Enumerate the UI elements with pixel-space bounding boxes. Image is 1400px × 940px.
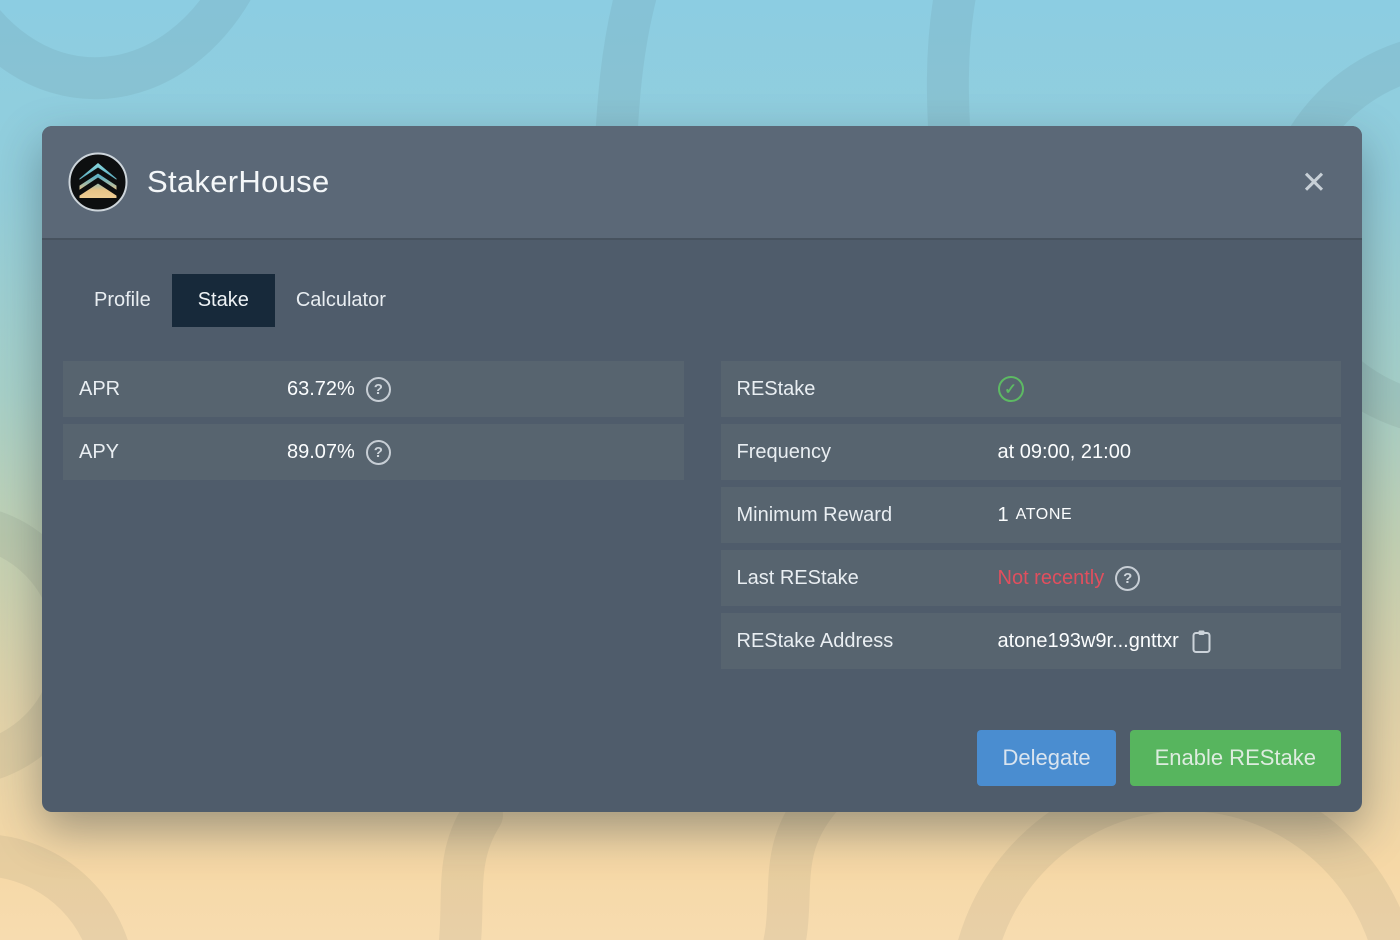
desktop-background: StakerHouse ✕ Profile Stake Calculator A…: [0, 0, 1400, 940]
table-row-minimum-reward: Minimum Reward 1 ATONE: [721, 487, 1342, 543]
apr-help-icon[interactable]: ?: [366, 377, 391, 402]
delegate-button[interactable]: Delegate: [977, 730, 1115, 786]
table-row-apr: APR 63.72% ?: [63, 361, 684, 417]
last-restake-value: Not recently: [998, 567, 1105, 590]
table-row-restake: REStake ✓: [721, 361, 1342, 417]
stakerhouse-logo-icon: [68, 152, 128, 212]
check-circle-icon: ✓: [998, 376, 1024, 402]
apy-label: APY: [79, 441, 287, 464]
minimum-reward-unit: ATONE: [1016, 506, 1073, 524]
close-icon[interactable]: ✕: [1292, 160, 1336, 204]
table-row-apy: APY 89.07% ?: [63, 424, 684, 480]
apr-value: 63.72%: [287, 378, 355, 401]
restake-table: REStake ✓ Frequency at 09:00, 21:00 Mini…: [721, 361, 1342, 669]
apy-value: 89.07%: [287, 441, 355, 464]
tab-stake[interactable]: Stake: [172, 274, 275, 327]
action-button-row: Delegate Enable REStake: [63, 730, 1341, 786]
minimum-reward-value: 1: [998, 504, 1009, 527]
stakerhouse-modal: StakerHouse ✕ Profile Stake Calculator A…: [42, 126, 1362, 812]
last-restake-label: Last REStake: [737, 567, 998, 590]
frequency-value: at 09:00, 21:00: [998, 441, 1131, 464]
last-restake-help-icon[interactable]: ?: [1115, 566, 1140, 591]
copy-address-icon[interactable]: [1191, 629, 1212, 654]
minimum-reward-label: Minimum Reward: [737, 504, 998, 527]
tab-profile[interactable]: Profile: [73, 274, 172, 327]
modal-title: StakerHouse: [147, 164, 330, 200]
apr-apy-table: APR 63.72% ? APY 89.07% ?: [63, 361, 684, 480]
restake-label: REStake: [737, 378, 998, 401]
tab-bar: Profile Stake Calculator: [73, 274, 1341, 327]
tab-calculator[interactable]: Calculator: [275, 274, 407, 327]
frequency-label: Frequency: [737, 441, 998, 464]
restake-address-value: atone193w9r...gnttxr: [998, 630, 1179, 653]
modal-header: StakerHouse ✕: [42, 126, 1362, 240]
restake-address-label: REStake Address: [737, 630, 998, 653]
modal-body: Profile Stake Calculator APR 63.72% ? AP…: [42, 240, 1362, 807]
stake-content: APR 63.72% ? APY 89.07% ?: [63, 361, 1341, 669]
enable-restake-button[interactable]: Enable REStake: [1130, 730, 1341, 786]
table-row-restake-address: REStake Address atone193w9r...gnttxr: [721, 613, 1342, 669]
apr-label: APR: [79, 378, 287, 401]
table-row-last-restake: Last REStake Not recently ?: [721, 550, 1342, 606]
apy-help-icon[interactable]: ?: [366, 440, 391, 465]
table-row-frequency: Frequency at 09:00, 21:00: [721, 424, 1342, 480]
